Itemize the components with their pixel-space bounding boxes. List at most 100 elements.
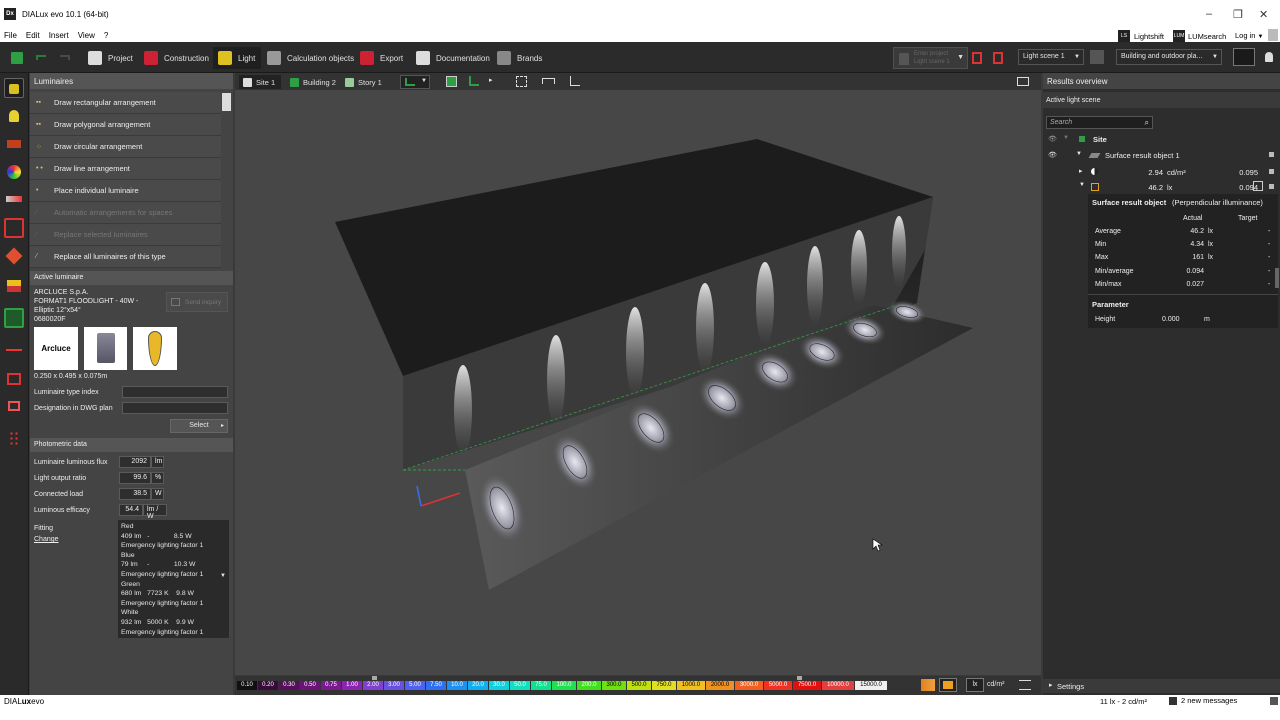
luminaire-mode-icon[interactable] — [4, 78, 24, 98]
unit-lx-button[interactable]: lx — [966, 678, 984, 692]
palette-icon[interactable] — [921, 679, 935, 691]
panel-scrollbar[interactable] — [222, 93, 231, 111]
undo-icon[interactable] — [36, 55, 46, 60]
tab-project[interactable]: Project — [88, 47, 133, 69]
menu-file[interactable]: File — [4, 31, 17, 40]
unit-cd-button[interactable]: cd/m² — [987, 681, 1005, 688]
type-index-field[interactable] — [122, 386, 228, 398]
floor-plan-icon[interactable] — [469, 76, 479, 86]
close-button[interactable]: ✕ — [1259, 8, 1268, 21]
tab-brands[interactable]: Brands — [497, 47, 542, 69]
replace-all-luminaires[interactable]: ⁄ Replace all luminaires of this type — [30, 246, 221, 268]
minimize-button[interactable]: – — [1206, 8, 1212, 20]
axes-icon[interactable] — [570, 76, 580, 86]
tree-row-site[interactable]: 👁 ▼ Site — [1043, 133, 1280, 147]
result-row-illuminance[interactable]: ▼ 46.2 lx 0.094 — [1079, 180, 1280, 194]
tab-light[interactable]: Light — [213, 47, 262, 69]
grid-points-icon[interactable] — [4, 428, 24, 448]
settings-expander[interactable]: ▸ Settings — [1043, 679, 1280, 693]
left-mode-bar — [0, 73, 29, 695]
eye-icon[interactable]: 👁 — [1048, 135, 1057, 143]
tab-site-1[interactable]: Site 1 — [239, 75, 282, 89]
row-menu-icon[interactable] — [1269, 184, 1274, 189]
chevron-right-icon[interactable]: ▸ — [489, 76, 493, 84]
lighting-arrangement-icon[interactable] — [4, 134, 24, 154]
3d-viewport[interactable] — [235, 90, 1041, 675]
curve-icon[interactable] — [4, 341, 24, 361]
notification-bell-icon[interactable] — [1265, 52, 1273, 62]
draw-line-arrangement[interactable]: • • Draw line arrangement — [30, 158, 221, 180]
delete-icon[interactable] — [972, 52, 982, 64]
menu-help[interactable]: ? — [104, 31, 108, 40]
place-individual-luminaire[interactable]: • Place individual luminaire — [30, 180, 221, 202]
chevron-down-icon[interactable]: ▼ — [1063, 135, 1069, 141]
legend-slider-right[interactable] — [797, 676, 802, 680]
swap-icon[interactable] — [1019, 680, 1031, 690]
cutaway-icon[interactable] — [4, 369, 24, 389]
scene-settings-icon[interactable] — [1090, 50, 1104, 64]
edit-icon[interactable] — [1253, 181, 1263, 191]
chevron-down-icon[interactable]: ▼ — [220, 572, 226, 582]
frame-icon[interactable] — [4, 397, 24, 417]
tab-export[interactable]: Export — [360, 47, 403, 69]
luminaire-code: 0680020F — [34, 316, 66, 323]
color-wheel-icon[interactable] — [4, 162, 24, 182]
draw-polygonal-arrangement[interactable]: ▪▪ Draw polygonal arrangement — [30, 114, 221, 136]
resize-grip-icon[interactable] — [1270, 697, 1278, 705]
enter-project-button[interactable]: Enter project Light scene 1 ▼ — [893, 47, 968, 69]
results-search-input[interactable]: Search ⌕ — [1046, 116, 1153, 129]
3d-view-icon[interactable] — [446, 76, 457, 87]
chevron-right-icon[interactable]: ▸ — [1079, 167, 1083, 175]
legend-slider-left[interactable] — [372, 676, 377, 680]
designation-field[interactable] — [122, 402, 228, 414]
brands-icon — [497, 51, 511, 65]
lumsearch-button[interactable]: LUM LUMsearch — [1173, 29, 1226, 43]
messages-indicator[interactable]: 2 new messages — [1169, 696, 1237, 705]
light-scene-select[interactable]: Light scene 1 ▼ — [1018, 49, 1084, 65]
tab-building-2[interactable]: Building 2 — [286, 75, 342, 89]
menu-view[interactable]: View — [78, 31, 95, 40]
tab-documentation[interactable]: Documentation — [416, 47, 490, 69]
chevron-down-icon[interactable]: ▼ — [1076, 151, 1082, 157]
change-fitting-link[interactable]: Change — [34, 536, 59, 543]
results-scrollbar[interactable] — [1275, 268, 1279, 288]
palette-active-icon[interactable] — [939, 678, 957, 692]
tree-row-surface[interactable]: 👁 ▼ Surface result object 1 — [1043, 149, 1280, 163]
menu-edit[interactable]: Edit — [26, 31, 40, 40]
zoom-extents-icon[interactable] — [516, 76, 527, 87]
row-menu-icon[interactable] — [1269, 152, 1274, 157]
chevron-down-icon[interactable]: ▼ — [1079, 182, 1085, 188]
menu-insert[interactable]: Insert — [49, 31, 69, 40]
save-icon[interactable] — [11, 52, 23, 64]
eye-icon[interactable]: 👁 — [1048, 151, 1057, 159]
row-menu-icon[interactable] — [1269, 169, 1274, 174]
view-mode-dropdown[interactable]: ▼ — [400, 75, 430, 89]
dimming-icon[interactable] — [4, 190, 24, 210]
tab-story-1[interactable]: Story 1 — [341, 75, 388, 89]
draw-circular-arrangement[interactable]: ⁘ Draw circular arrangement — [30, 136, 221, 158]
active-tool-icon[interactable] — [4, 308, 24, 328]
stack-icon[interactable] — [4, 276, 24, 296]
tab-construction[interactable]: Construction — [144, 47, 209, 69]
redo-icon[interactable] — [60, 55, 70, 60]
active-luminaire-header: Active luminaire — [30, 271, 233, 285]
login-button[interactable]: Log in ▼ — [1235, 31, 1263, 40]
tab-calculation-objects[interactable]: Calculation objects — [267, 47, 354, 69]
select-button[interactable]: Select ▸ — [170, 419, 228, 433]
lightshift-button[interactable]: LS Lightshift — [1118, 29, 1164, 43]
measure-icon[interactable] — [542, 78, 555, 84]
legend-step: 5.00 — [405, 681, 425, 690]
view-plane-icon[interactable] — [1233, 48, 1255, 66]
maximize-button[interactable]: ❐ — [1233, 8, 1243, 21]
fullscreen-icon[interactable] — [1017, 77, 1029, 86]
fitting-list[interactable]: Red 409 lm - 8.5 W Emergency lighting fa… — [118, 520, 229, 638]
result-row-luminance[interactable]: ▸ 2.94 cd/m² 0.095 — [1079, 165, 1280, 179]
bulb-icon[interactable] — [4, 106, 24, 126]
delete-all-icon[interactable] — [993, 52, 1003, 64]
building-select[interactable]: Building and outdoor pla... ▼ — [1116, 49, 1222, 65]
tools-icon[interactable] — [4, 246, 24, 266]
send-inquiry-button[interactable]: Send inquiry — [166, 292, 228, 312]
room-icon[interactable] — [4, 218, 24, 238]
draw-rectangular-arrangement[interactable]: ▪▪ Draw rectangular arrangement — [30, 92, 221, 114]
user-avatar-icon[interactable] — [1268, 29, 1278, 41]
